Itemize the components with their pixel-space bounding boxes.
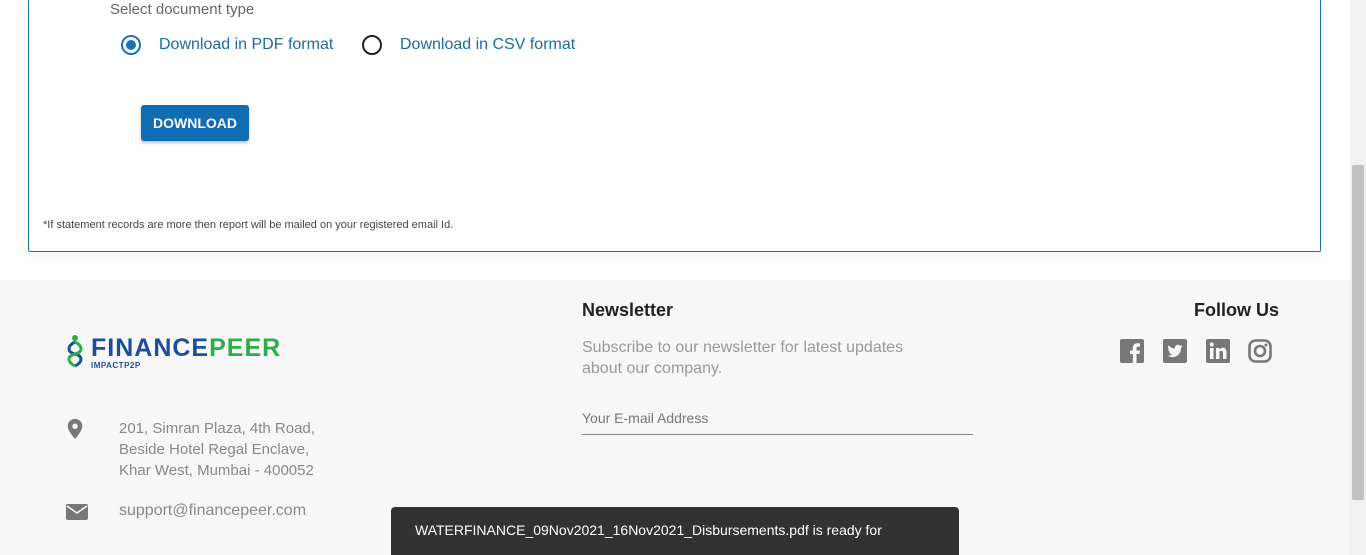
page: Select document type Download in PDF for… (0, 0, 1366, 555)
logo-name: FINANCEPEER (91, 333, 282, 362)
download-button[interactable]: DOWNLOAD (141, 105, 249, 141)
pdf-format-option[interactable]: Download in PDF format (121, 35, 333, 55)
download-card: Select document type Download in PDF for… (28, 0, 1321, 252)
csv-radio-button[interactable] (362, 35, 382, 55)
pdf-radio-button[interactable] (121, 35, 141, 55)
pdf-option-label[interactable]: Download in PDF format (159, 36, 333, 54)
instagram-icon[interactable] (1248, 339, 1272, 363)
logo-mark-icon (67, 335, 83, 368)
csv-option-label[interactable]: Download in CSV format (400, 36, 575, 54)
newsletter-title: Newsletter (582, 300, 674, 320)
location-pin-icon (67, 419, 83, 439)
newsletter-description: Subscribe to our newsletter for latest u… (582, 339, 904, 377)
mail-icon (66, 504, 88, 520)
follow-us-title: Follow Us (1194, 300, 1279, 320)
logo-subtitle: IMPACTP2P (91, 360, 141, 370)
statement-note: *If statement records are more then repo… (43, 219, 454, 231)
download-ready-toast: WATERFINANCE_09Nov2021_16Nov2021_Disburs… (391, 507, 959, 555)
doc-type-label: Select document type (110, 1, 255, 18)
support-email-link[interactable]: support@financepeer.com (119, 502, 306, 520)
scrollbar-thumb[interactable] (1352, 165, 1364, 500)
csv-format-option[interactable]: Download in CSV format (362, 35, 575, 55)
linkedin-icon[interactable] (1206, 339, 1230, 363)
newsletter-email-input[interactable] (582, 402, 973, 435)
download-section: Select document type Download in PDF for… (0, 0, 1350, 280)
facebook-icon[interactable] (1120, 339, 1144, 363)
financepeer-logo[interactable]: FINANCEPEER IMPACTP2P (65, 334, 281, 370)
address: 201, Simran Plaza, 4th Road, Beside Hote… (119, 420, 315, 479)
twitter-icon[interactable] (1163, 339, 1187, 363)
